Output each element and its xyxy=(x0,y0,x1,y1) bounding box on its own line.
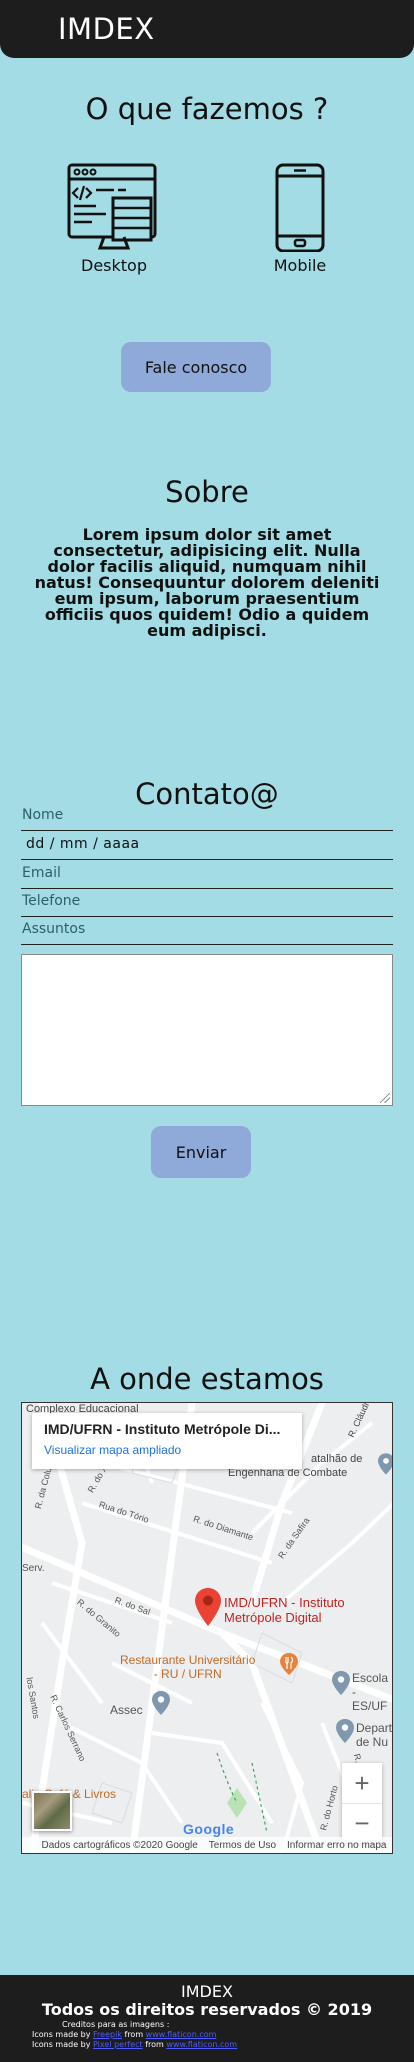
map-label-escola-1: Escola xyxy=(352,1671,389,1685)
map-report-link[interactable]: Informar erro no mapa xyxy=(287,1840,387,1851)
credit1-prefix: Icons made by xyxy=(32,2030,91,2039)
credits-title: Creditos para as imagens : xyxy=(62,2020,170,2029)
google-logo-text: Google xyxy=(183,1821,235,1837)
credit1-site-link[interactable]: www.flaticon.com xyxy=(146,2030,217,2039)
footer-rights: Todos os direitos reservados © 2019 xyxy=(41,2000,373,2019)
map-pin-label[interactable]: IMD/UFRN - Instituto Metrópole Digital xyxy=(224,1595,345,1625)
map-label-assec: Assec xyxy=(110,1703,143,1717)
credit2-site-link[interactable]: www.flaticon.com xyxy=(166,2040,237,2049)
credit2-from: from xyxy=(145,2040,164,2049)
map-label-depart-1: Depart xyxy=(356,1721,393,1735)
map-label-depart: Depart de Nu xyxy=(356,1721,392,1749)
credit2-prefix: Icons made by xyxy=(32,2040,91,2049)
contact-us-button[interactable]: Fale conosco xyxy=(121,342,271,392)
credit1-from: from xyxy=(124,2030,144,2039)
credit2-author-link[interactable]: Pixel perfect xyxy=(93,2040,143,2049)
subject-field[interactable]: Assuntos xyxy=(21,917,393,945)
embedded-map[interactable]: Complexo Educacional R. Cláudi atalhão d… xyxy=(21,1402,393,1854)
submit-button[interactable]: Enviar xyxy=(151,1126,251,1178)
map-label-escola-2: - ES/UF xyxy=(352,1685,388,1713)
credit-line-2: Icons made by Pixel perfect from www.fla… xyxy=(32,2040,237,2050)
site-header: IMDEX xyxy=(0,0,414,58)
location-title: A onde estamos xyxy=(90,1362,324,1396)
map-zoom-controls: + − xyxy=(342,1763,382,1843)
footer-brand: IMDEX xyxy=(181,1982,233,2001)
map-pin-depart-icon xyxy=(336,1719,354,1743)
map-pin-escola-icon xyxy=(332,1671,350,1695)
location-pin-icon[interactable] xyxy=(195,1588,221,1626)
message-textarea[interactable] xyxy=(21,954,393,1106)
satellite-toggle-thumbnail[interactable] xyxy=(32,1791,72,1831)
about-text: Lorem ipsum dolor sit amet consectetur, … xyxy=(34,525,380,640)
service-desktop-label: Desktop xyxy=(81,256,147,275)
map-terms-link[interactable]: Termos de Uso xyxy=(209,1840,276,1851)
map-restaurant-line2: - RU / UFRN xyxy=(153,1667,222,1681)
phone-field[interactable]: Telefone xyxy=(21,889,393,917)
site-footer: IMDEX Todos os direitos reservados © 201… xyxy=(0,1975,414,2062)
map-data-credit: Dados cartográficos ©2020 Google xyxy=(41,1839,198,1851)
desktop-code-icon xyxy=(67,163,157,250)
smartphone-icon xyxy=(275,163,325,253)
credit1-author-link[interactable]: Freepik xyxy=(93,2030,122,2039)
fork-knife-icon xyxy=(280,1653,298,1675)
service-mobile-label: Mobile xyxy=(273,256,327,275)
logo[interactable]: IMDEX xyxy=(58,12,155,46)
map-attribution: Dados cartográficos ©2020 Google Termos … xyxy=(22,1837,392,1853)
map-pin-assec-icon xyxy=(152,1691,170,1715)
map-label-serv: Serv. xyxy=(22,1563,45,1574)
map-pin-engenharia-icon xyxy=(378,1453,392,1475)
date-field[interactable]: dd / mm / aaaa xyxy=(21,832,393,860)
footer-credits: Creditos para as imagens : Icons made by… xyxy=(32,2020,237,2050)
google-logo: Google xyxy=(183,1821,234,1837)
map-pin-label-line1: IMD/UFRN - Instituto xyxy=(224,1595,345,1610)
view-larger-map-link[interactable]: Visualizar mapa ampliado xyxy=(44,1443,290,1457)
about-title: Sobre xyxy=(165,475,249,509)
resize-grip-icon[interactable] xyxy=(380,1093,390,1103)
map-place-name: IMD/UFRN - Instituto Metrópole Di... xyxy=(44,1421,281,1437)
map-restaurant-line1: Restaurante Universitário xyxy=(120,1653,256,1667)
zoom-in-button[interactable]: + xyxy=(342,1763,382,1803)
service-desktop: Desktop xyxy=(66,162,162,275)
credit-line-1: Icons made by Freepik from www.flaticon.… xyxy=(32,2030,237,2040)
email-field[interactable]: Email xyxy=(21,861,393,889)
map-pin-label-line2: Metrópole Digital xyxy=(224,1610,322,1625)
map-label-escola: Escola - ES/UF xyxy=(352,1671,392,1713)
service-mobile: Mobile xyxy=(268,162,332,275)
map-place-card: IMD/UFRN - Instituto Metrópole Di... Vis… xyxy=(32,1413,302,1469)
name-field[interactable]: Nome xyxy=(21,803,393,831)
services-title: O que fazemos ? xyxy=(85,92,329,126)
map-label-depart-2: de Nu xyxy=(356,1735,389,1749)
map-label-batalhao: atalhão de xyxy=(311,1453,363,1465)
map-restaurant[interactable]: Restaurante Universitário - RU / UFRN xyxy=(120,1653,255,1681)
